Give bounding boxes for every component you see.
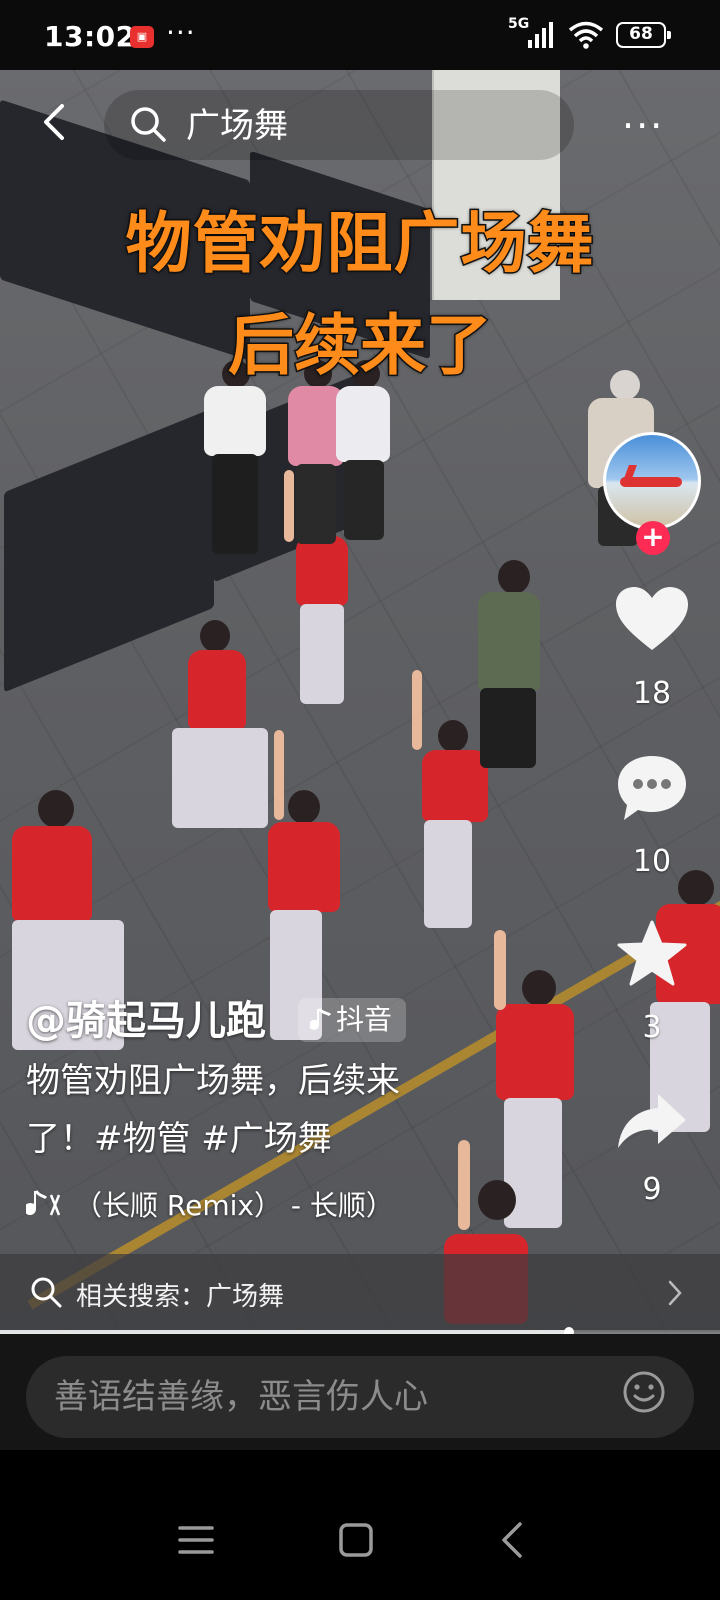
music-note-icon <box>310 1007 332 1030</box>
platform-tag[interactable]: 抖音 <box>298 998 407 1042</box>
network-type-label: 5G <box>508 16 530 32</box>
music-title: （长顺 Remix） - 长顺） <box>74 1189 394 1222</box>
comment-bar <box>0 1334 720 1450</box>
search-bar[interactable] <box>104 90 574 160</box>
avatar-image-detail <box>620 477 682 487</box>
music-note-icon <box>26 1190 61 1216</box>
follow-button[interactable]: + <box>636 521 670 555</box>
share-count: 9 <box>642 1172 662 1207</box>
status-time: 13:02 <box>44 20 136 53</box>
video-headline-line1: 物管劝阻广场舞 <box>124 204 595 284</box>
comment-count: 10 <box>632 844 672 879</box>
more-options-icon[interactable]: ··· <box>622 104 664 148</box>
search-icon <box>31 1277 62 1308</box>
comment-input[interactable] <box>26 1356 694 1438</box>
emoji-icon[interactable] <box>622 1370 666 1414</box>
recent-apps-icon[interactable] <box>176 1520 216 1560</box>
like-count: 18 <box>632 676 672 711</box>
share-arrow-icon[interactable] <box>612 1086 692 1158</box>
related-search-label: 相关搜索：广场舞 <box>76 1282 285 1312</box>
search-icon[interactable] <box>128 104 168 144</box>
notification-more-icon: ··· <box>166 16 196 49</box>
author-name[interactable]: @骑起马儿跑 <box>26 988 266 1046</box>
search-query-text[interactable]: 广场舞 <box>186 98 288 147</box>
home-icon[interactable] <box>336 1520 376 1560</box>
battery-indicator: 68 <box>616 22 671 48</box>
app-notification-icon: ▣ <box>130 26 154 48</box>
related-search-bar[interactable]: 相关搜索：广场舞 <box>0 1254 720 1332</box>
back-arrow-icon[interactable] <box>36 102 76 142</box>
author-avatar[interactable] <box>603 432 701 530</box>
status-bar: 13:02 ▣ ··· 5G 68 <box>0 0 720 70</box>
platform-tag-label: 抖音 <box>336 1003 393 1036</box>
comment-bubble-icon[interactable] <box>612 752 692 824</box>
heart-icon[interactable] <box>612 584 692 656</box>
video-headline-line2: 后续来了 <box>227 306 494 386</box>
star-icon[interactable] <box>612 918 692 990</box>
cellular-signal-icon: 5G <box>508 16 556 50</box>
chevron-right-icon <box>668 1280 682 1306</box>
caption-line1: 物管劝阻广场舞，后续来 <box>26 1061 400 1101</box>
favorite-count: 3 <box>642 1010 662 1045</box>
wifi-icon <box>568 21 604 49</box>
back-nav-icon[interactable] <box>494 1520 534 1560</box>
music-info[interactable]: （长顺 Remix） - 长顺） <box>26 1184 394 1224</box>
caption-line2[interactable]: 了！#物管 #广场舞 <box>26 1110 496 1168</box>
status-indicators: 5G 68 <box>508 16 671 50</box>
